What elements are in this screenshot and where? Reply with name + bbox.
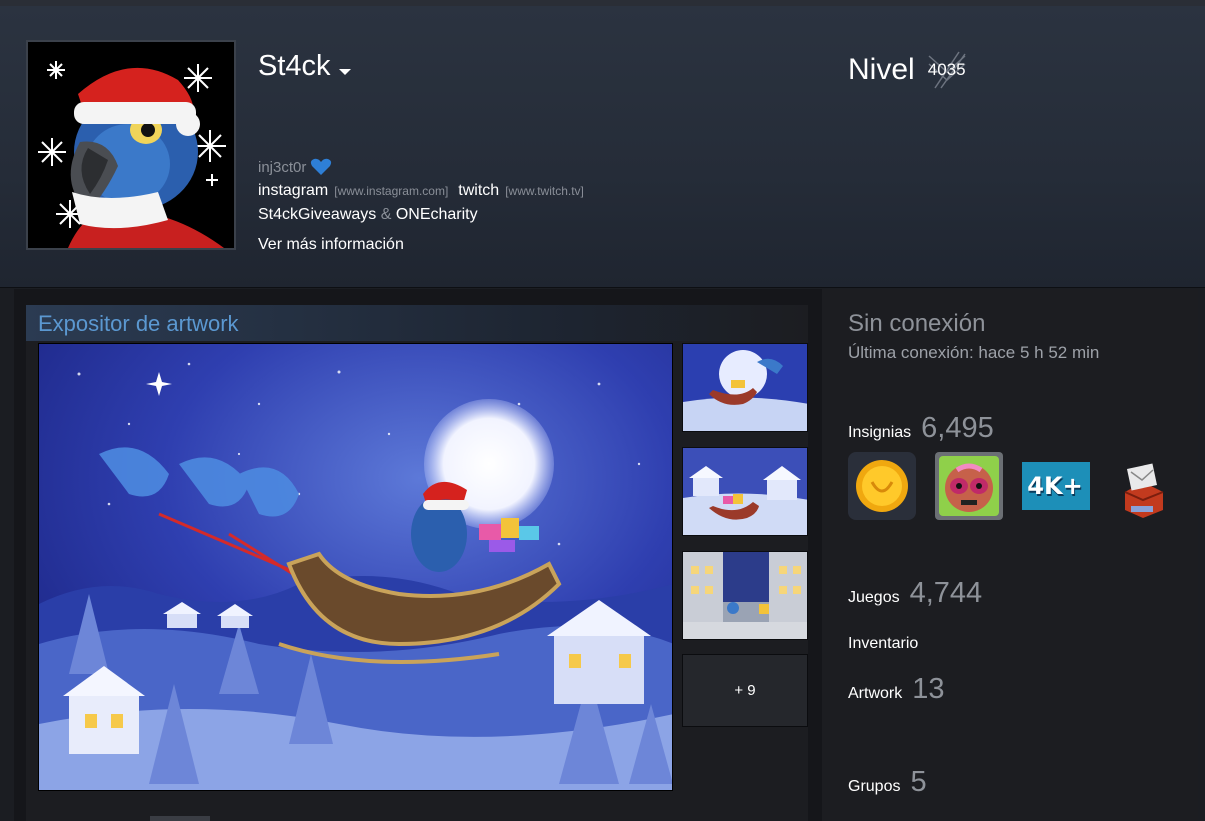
svg-text:4K+: 4K+ [1027,472,1082,500]
horizontal-scrollbar[interactable] [150,816,210,821]
inventory-link[interactable]: Inventario [848,635,918,653]
inventory-label: Inventario [848,635,919,652]
profile-level: Nivel 4035 [848,50,969,90]
showcase-header: Expositor de artwork [26,305,808,341]
thumbnail-sleigh-moon-image [683,344,807,431]
social-links: instagram [www.instagram.com] twitch [ww… [258,182,588,200]
online-status: Sin conexión [848,310,986,337]
badges-link[interactable]: Insignias 6,495 [848,412,994,445]
badge-item[interactable]: 4K+ 4K+ [1022,452,1090,520]
featured-artwork[interactable] [38,343,673,791]
right-column [822,289,1198,821]
artwork-thumbnail[interactable] [682,447,808,536]
badge-item[interactable] [935,452,1003,520]
groups-count: 5 [910,766,927,798]
instagram-domain: [www.instagram.com] [334,184,449,198]
real-name-row: inj3ct0r [258,158,332,176]
games-count: 4,744 [909,577,983,609]
artwork-thumbnail[interactable] [682,343,808,432]
gold-coin-icon [848,452,916,520]
more-info-link[interactable]: Ver más información [258,236,404,254]
4k-plus-icon: 4K+ 4K+ [1022,462,1090,510]
badges-label: Insignias [848,424,912,441]
badge-item[interactable] [848,452,916,520]
artwork-thumbnail[interactable] [682,551,808,640]
artwork-link[interactable]: Artwork 13 [848,673,945,706]
groups-link[interactable]: Grupos 5 [848,766,927,799]
artwork-showcase: Expositor de artwork + 9 [26,305,808,821]
more-artwork-button[interactable]: + 9 [682,654,808,727]
artwork-label: Artwork [848,685,903,702]
blue-heart-icon [311,158,332,175]
games-label: Juegos [848,589,900,606]
instagram-link[interactable]: instagram [258,182,328,200]
monster-face-icon [935,452,1003,520]
twitch-domain: [www.twitch.tv] [505,184,584,198]
ampersand: & [376,206,396,223]
onecharity-link[interactable]: ONEcharity [396,206,478,223]
level-badge: 4035 [925,50,969,90]
avatar[interactable] [26,40,236,250]
giveaways-link[interactable]: St4ckGiveaways [258,206,376,223]
level-label: Nivel [848,53,915,86]
artwork-count: 13 [912,673,945,705]
games-link[interactable]: Juegos 4,744 [848,577,982,610]
groups-label: Grupos [848,778,901,795]
last-online: Última conexión: hace 5 h 52 min [848,343,1100,362]
badges-count: 6,495 [921,412,994,444]
twitch-link[interactable]: twitch [458,182,499,200]
profile-name[interactable]: St4ck [258,50,351,83]
santa-parrot-sleigh-artwork [39,344,672,790]
persona-name: St4ck [258,50,331,82]
real-name: inj3ct0r [258,158,307,176]
level-value: 4035 [927,60,966,79]
chevron-down-icon[interactable] [338,68,351,75]
showcase-title: Expositor de artwork [38,311,239,336]
thumbnail-village-sleigh-image [683,448,807,535]
badge-item[interactable] [1109,452,1177,520]
parrot-santa-avatar-image [28,42,234,248]
thumbnail-street-image [683,552,807,639]
gift-box-icon [1124,463,1164,518]
charity-line: St4ckGiveaways & ONEcharity [258,206,478,224]
